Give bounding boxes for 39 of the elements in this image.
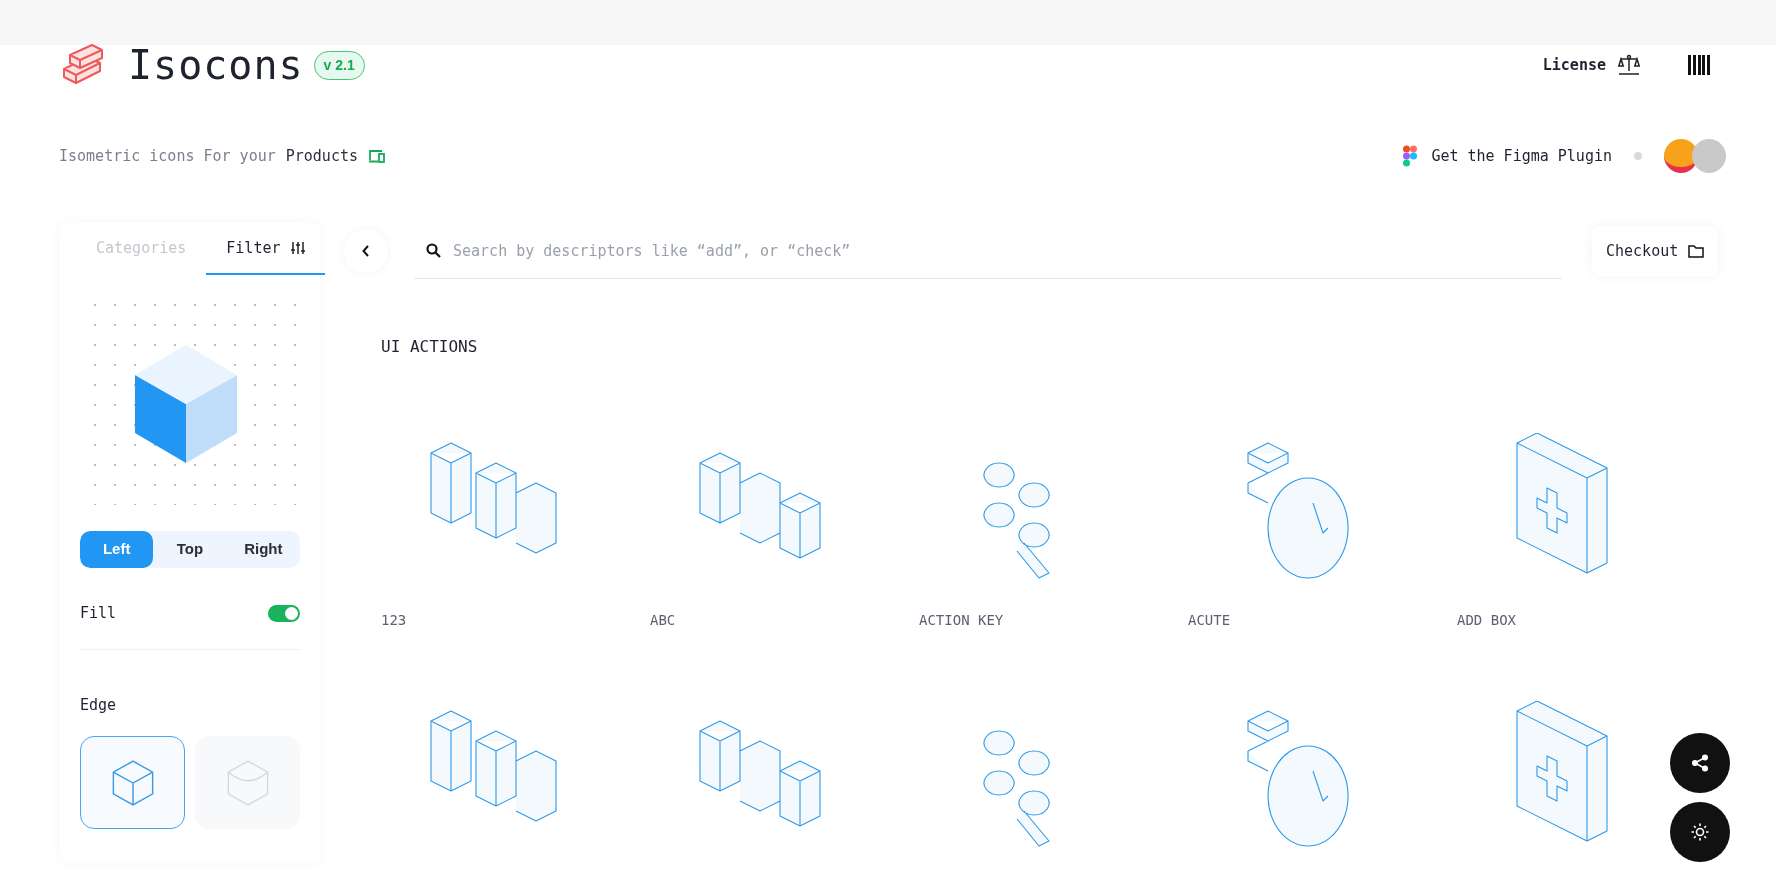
theme-button[interactable] [1670,802,1730,862]
icon-label: ACUTE [1188,611,1232,630]
share-icon [1691,754,1709,772]
side-option[interactable]: Right [226,531,300,568]
devices-icon [368,149,386,163]
icon-label: ABC [650,611,677,630]
sliders-icon [290,241,305,255]
cube-outline-icon [110,758,155,807]
chevron-left-icon [362,245,370,257]
avatar[interactable] [1692,139,1726,173]
side-option[interactable]: Top [153,531,227,568]
icon-label: 123 [381,611,408,630]
sidebar-tab[interactable]: Filter [206,223,325,275]
back-button[interactable] [344,229,388,273]
search-icon [426,243,441,258]
cube-icon [135,345,237,463]
icon-label: ADD BOX [1457,611,1517,630]
menu-icon[interactable] [1688,55,1710,75]
version-badge: v 2.1 [313,50,365,80]
edge-option[interactable] [195,736,300,829]
section-title: UI ACTIONS [381,336,479,358]
share-button[interactable] [1670,733,1730,793]
fill-toggle[interactable] [268,604,300,622]
folder-icon [1688,244,1705,258]
tagline-highlight: Products [285,145,358,167]
figma-plugin-link[interactable]: Get the Figma Plugin [1403,144,1612,168]
fill-label: Fill [80,603,117,624]
edge-option[interactable] [80,736,185,829]
icon-label: ACTION KEY [919,611,1005,630]
figma-icon [1403,145,1418,167]
rounded-cube-icon [225,758,270,807]
checkout-button[interactable]: Checkout [1592,226,1719,276]
scales-icon [1618,54,1640,76]
edge-label: Edge [80,694,118,716]
brand-name: Isocons [128,41,304,90]
sun-icon [1691,823,1709,841]
search-field[interactable]: Search by descriptors like “add”, or “check” [453,223,1550,278]
tagline: Isometric icons For your [59,145,276,167]
license-link[interactable]: License [1542,53,1640,77]
